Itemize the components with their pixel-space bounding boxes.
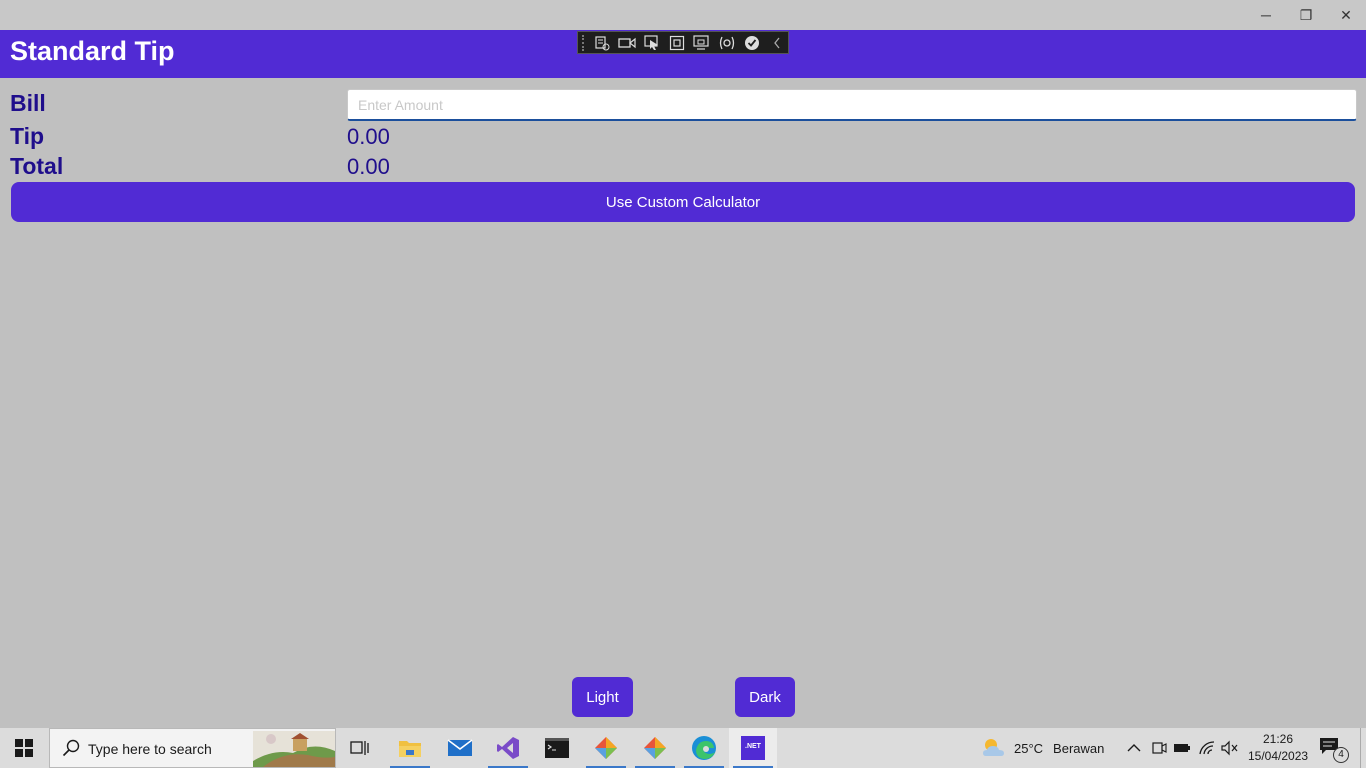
show-desktop-button[interactable] [1360, 728, 1366, 768]
chevron-up-icon[interactable] [1124, 738, 1144, 758]
binding-failures-icon[interactable] [717, 33, 738, 52]
clock-time: 21:26 [1262, 732, 1294, 746]
display-layout-adorners-icon[interactable] [667, 33, 688, 52]
terminal-icon[interactable] [533, 728, 581, 768]
tip-label: Tip [10, 123, 45, 149]
tip-value: 0.00 [347, 124, 390, 149]
dotnet-app-label: .NET [745, 743, 761, 750]
total-label: Total [10, 153, 64, 179]
minimize-button[interactable]: ─ [1246, 0, 1286, 30]
total-value: 0.00 [347, 154, 390, 179]
taskbar: Type here to search .NET 25°C Berawan 21… [0, 728, 1366, 768]
system-clock[interactable]: 21:26 15/04/2023 [1248, 731, 1308, 765]
windows-start-icon[interactable] [0, 728, 48, 768]
bill-label: Bill [10, 90, 46, 116]
weather-widget[interactable]: 25°C Berawan [980, 728, 1104, 768]
hot-reload-status-icon[interactable] [742, 33, 763, 52]
taskbar-search-box[interactable]: Type here to search [49, 728, 336, 768]
visual-studio-icon[interactable] [484, 728, 532, 768]
dark-theme-button[interactable]: Dark [735, 677, 795, 717]
notification-count-badge: 4 [1333, 747, 1349, 763]
wifi-icon[interactable] [1197, 738, 1217, 758]
bill-amount-input[interactable] [347, 89, 1357, 121]
search-highlight-illustration [253, 731, 335, 767]
live-visual-tree-icon[interactable] [592, 33, 613, 52]
edge-browser-icon[interactable] [680, 728, 728, 768]
git-app-icon[interactable] [631, 728, 679, 768]
dotnet-app-icon[interactable]: .NET [729, 728, 777, 768]
page-title: Standard Tip [10, 36, 175, 66]
light-theme-button[interactable]: Light [572, 677, 633, 717]
collapse-icon[interactable] [767, 33, 788, 52]
battery-icon[interactable] [1172, 738, 1192, 758]
debug-toolbar [577, 31, 789, 54]
git-app-icon[interactable] [582, 728, 630, 768]
track-focus-icon[interactable] [692, 33, 713, 52]
volume-muted-icon[interactable] [1220, 738, 1240, 758]
use-custom-calculator-button[interactable]: Use Custom Calculator [11, 182, 1355, 222]
partly-cloudy-icon [983, 739, 1004, 756]
close-button[interactable]: ✕ [1326, 0, 1366, 30]
window-title-bar: ─ ❐ ✕ [0, 0, 1366, 30]
record-icon[interactable] [617, 33, 638, 52]
clock-date: 15/04/2023 [1248, 749, 1309, 763]
task-view-icon[interactable] [336, 728, 384, 768]
weather-description: Berawan [1053, 740, 1105, 756]
select-element-icon[interactable] [642, 33, 663, 52]
search-placeholder: Type here to search [88, 741, 212, 757]
mail-icon[interactable] [436, 728, 484, 768]
weather-temperature: 25°C [1014, 740, 1044, 756]
meet-now-icon[interactable] [1149, 738, 1169, 758]
file-explorer-icon[interactable] [386, 728, 434, 768]
restore-button[interactable]: ❐ [1286, 0, 1326, 30]
search-icon [62, 739, 80, 762]
toolbar-grip-icon[interactable] [582, 34, 588, 51]
